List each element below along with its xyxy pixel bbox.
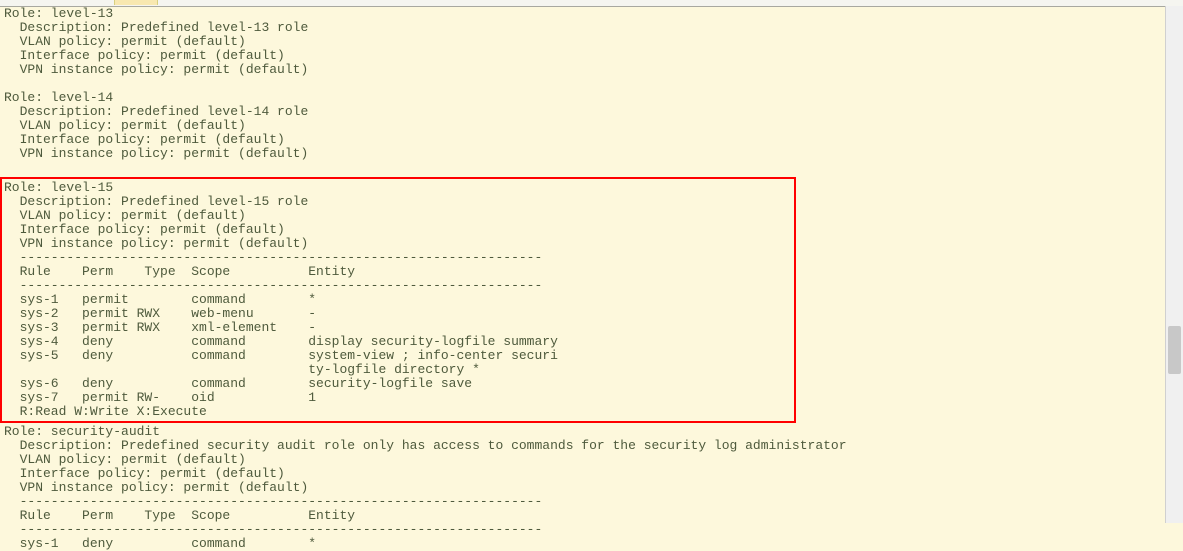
window-top-edge	[0, 0, 1183, 7]
tab-fragment	[114, 0, 158, 5]
vertical-scrollbar[interactable]	[1165, 6, 1183, 523]
scrollbar-thumb[interactable]	[1168, 326, 1181, 374]
terminal-output: Role: level-13 Description: Predefined l…	[0, 7, 1183, 551]
role-block: Role: level-13 Description: Predefined l…	[4, 6, 308, 77]
role-block: Role: security-audit Description: Predef…	[4, 424, 847, 551]
role-block: Role: level-14 Description: Predefined l…	[4, 90, 308, 161]
highlighted-role-block: Role: level-15 Description: Predefined l…	[0, 177, 796, 423]
